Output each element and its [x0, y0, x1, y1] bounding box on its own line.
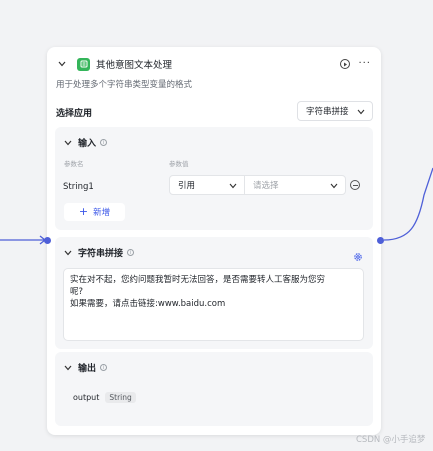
select-app-label: 选择应用	[56, 109, 93, 119]
node-description: 用于处理多个字符串类型变量的格式	[56, 80, 193, 90]
output-type-badge: String	[105, 392, 136, 403]
chevron-down-icon[interactable]	[57, 59, 67, 69]
reference-type-value: 引用	[178, 181, 196, 191]
chevron-down-icon[interactable]	[63, 363, 73, 373]
output-connector-handle[interactable]	[377, 237, 384, 244]
output-variable-row: output String	[73, 392, 136, 403]
watermark: CSDN @小手追梦	[356, 435, 426, 445]
input-section-header[interactable]: 输入 i	[63, 136, 108, 149]
template-line-1: 实在对不起，您约问题我暂时无法回答，是否需要转人工客服为您穷	[70, 275, 326, 285]
output-section: 输出 i output String	[55, 352, 373, 426]
remove-param-icon[interactable]	[350, 180, 360, 190]
play-icon[interactable]	[340, 59, 351, 69]
concat-section-title: 字符串拼接	[78, 249, 124, 259]
select-app-dropdown[interactable]: 字符串拼接	[297, 101, 373, 121]
template-line-3: 如果需要，请点击链接:www.baidu.com	[70, 299, 226, 309]
input-section: 输入 i 参数名 参数值 String1 引用 请选择 + 新增	[55, 127, 373, 230]
chevron-down-icon	[228, 181, 238, 191]
more-options-icon[interactable]: ···	[358, 59, 371, 69]
node-header: 其他意图文本处理 ···	[57, 56, 371, 72]
reference-type-select[interactable]: 引用	[169, 175, 245, 195]
select-app-value: 字符串拼接	[306, 107, 349, 117]
node-title: 其他意图文本处理	[96, 60, 173, 71]
output-section-title: 输出	[78, 364, 97, 374]
text-process-icon	[77, 57, 90, 71]
param-name-column-header: 参数名	[64, 160, 84, 168]
info-icon: i	[127, 249, 135, 256]
chevron-down-icon	[356, 107, 366, 117]
plus-icon: +	[78, 205, 89, 218]
variable-select[interactable]: 请选择	[244, 175, 346, 195]
add-param-button[interactable]: + 新增	[64, 203, 125, 221]
string-concat-section: 字符串拼接 i 实在对不起，您约问题我暂时无法回答，是否需要转人工客服为您穷 呢…	[55, 237, 373, 349]
concat-template-textarea[interactable]: 实在对不起，您约问题我暂时无法回答，是否需要转人工客服为您穷 呢? 如果需要，请…	[63, 268, 364, 341]
param-name: String1	[63, 182, 94, 192]
concat-section-header[interactable]: 字符串拼接 i	[63, 246, 135, 259]
text-processing-node[interactable]: 其他意图文本处理 ··· 用于处理多个字符串类型变量的格式 选择应用 字符串拼接…	[47, 47, 381, 435]
variable-select-placeholder: 请选择	[253, 181, 279, 191]
info-icon: i	[100, 364, 108, 371]
input-connector-handle[interactable]	[44, 237, 51, 244]
output-section-header[interactable]: 输出 i	[63, 361, 108, 374]
input-section-title: 输入	[78, 139, 97, 149]
add-param-label: 新增	[93, 208, 111, 218]
info-icon: i	[100, 139, 108, 146]
template-line-2: 呢?	[70, 287, 84, 297]
gear-icon[interactable]	[353, 247, 363, 261]
chevron-down-icon[interactable]	[63, 248, 73, 258]
output-name: output	[73, 393, 100, 402]
param-value-column-header: 参数值	[169, 160, 189, 168]
chevron-down-icon[interactable]	[63, 138, 73, 148]
chevron-down-icon	[329, 181, 339, 191]
